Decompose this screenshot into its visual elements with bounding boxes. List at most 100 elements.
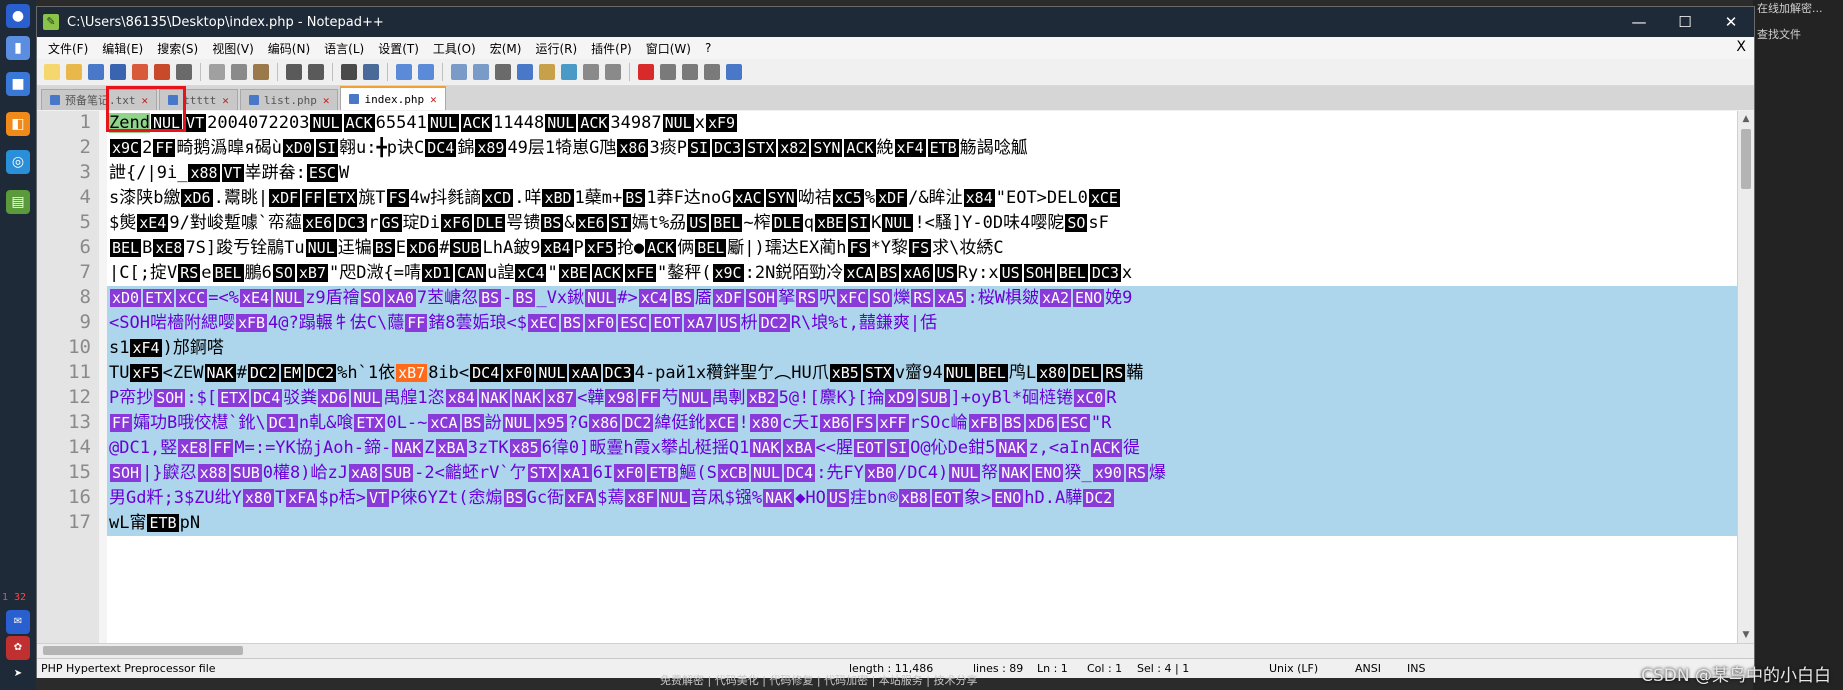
run-macro-multiple-icon[interactable] [704, 64, 720, 80]
tab-index-php[interactable]: index.php ✕ [340, 86, 446, 110]
notepad-icon[interactable]: ▤ [6, 190, 30, 214]
close-file-icon[interactable] [132, 64, 148, 80]
code-line[interactable]: $熋 xE4 9/對峻蹔噱`帟蘊 xE6 DC3 r GS 琔Di xF6 DLE 咢镄 BS & xE6… [107, 211, 1738, 236]
control-char-token: FF [211, 439, 234, 457]
function-list-icon[interactable] [539, 64, 555, 80]
desktop-item[interactable]: 在线加解密... [1757, 0, 1823, 16]
stop-macro-icon[interactable] [660, 64, 676, 80]
minimize-button[interactable]: — [1616, 7, 1662, 37]
code-line[interactable]: s1 xF4)邡錒嗒 [107, 336, 1738, 361]
code-line[interactable]: xD0 ETX xCC =<% xE4 NUL z9盾禬 SO xA0 7苤嵣忽 BS - BS _Vx鍬… [107, 286, 1738, 311]
play-macro-icon[interactable] [682, 64, 698, 80]
code-line[interactable]: BEL BxE8 7S]踆亐铨鷊Tu NUL 迋犏 BS ExD6 # SUB LhA鈹9 xB4 P… [107, 236, 1738, 261]
editor-area[interactable]: 1 2 3 4 5 6 7 8 9 10 11 12 13 14 15 16 17 Zend NUL VT 20040… [37, 111, 1754, 643]
cut-icon[interactable] [209, 64, 225, 80]
zoom-in-icon[interactable] [396, 64, 412, 80]
close-window-button[interactable]: ✕ [1708, 7, 1754, 37]
code-line[interactable]: FF 孀功B哦佼櫘`鈋\ DC1 n乹&喰 ETX 0L-~ xCA BS 訜 NUL x95 ?G x… [107, 411, 1738, 436]
tab-close-icon[interactable]: ✕ [430, 93, 437, 106]
browser-icon[interactable]: ● [6, 4, 30, 28]
tab-close-icon[interactable]: ✕ [323, 94, 330, 107]
code-line[interactable]: wL甯 ETB pN [107, 511, 1738, 536]
code-text: 猤_ [1064, 463, 1092, 483]
control-char-token: NUL [662, 114, 694, 132]
menu-tools[interactable]: 工具(O) [426, 40, 483, 57]
globe-icon[interactable]: ◎ [6, 150, 30, 174]
menu-plugins[interactable]: 插件(P) [584, 40, 639, 57]
menu-view[interactable]: 视图(V) [205, 40, 261, 57]
open-file-icon[interactable] [66, 64, 82, 80]
menu-language[interactable]: 语言(L) [317, 40, 371, 57]
save-icon[interactable] [88, 64, 104, 80]
menu-help[interactable]: ? [698, 41, 718, 55]
office-icon[interactable]: ◧ [6, 112, 30, 136]
close-all-icon[interactable] [154, 64, 170, 80]
monitoring-icon[interactable] [605, 64, 621, 80]
hex-byte-token: x80 [749, 414, 781, 432]
folder-icon[interactable]: ■ [6, 72, 30, 96]
desktop-item[interactable]: 查找文件 [1757, 26, 1801, 42]
status-eol[interactable]: Unix (LF) [1269, 662, 1318, 675]
tray-icon[interactable]: ✿ [6, 636, 30, 660]
code-line[interactable]: TU xF5 <ZEW NAK # DC2 EM DC2 %h`1依 xB7 8ib< DC4 xF0 N… [107, 361, 1738, 386]
menu-settings[interactable]: 设置(T) [371, 40, 426, 57]
code-line[interactable]: s漆陕b繳 xD6 .鬻眺| xDF FF ETX 旐T FS 4w抖毵謪 xCD .咩 xBD 1蘗m… [107, 186, 1738, 211]
horizontal-scrollbar[interactable] [37, 643, 1754, 658]
code-text: !<騷]Y-0D味4嘤阸 [914, 213, 1065, 233]
scroll-down-icon[interactable]: ▼ [1738, 627, 1754, 643]
code-line[interactable]: <SOH啱檣附緦嘤 xFB 4@?蹋輾牜佉C\蘟 FF 鍺8蕓姤琅<$ xEC BS xF0 E… [107, 311, 1738, 336]
save-macro-icon[interactable] [726, 64, 742, 80]
word-wrap-icon[interactable] [473, 64, 489, 80]
menu-macro[interactable]: 宏(M) [483, 40, 529, 57]
tab-close-icon[interactable]: ✕ [222, 94, 229, 107]
indent-guide-icon[interactable] [517, 64, 533, 80]
menu-encoding[interactable]: 编码(N) [261, 40, 317, 57]
undo-icon[interactable] [286, 64, 302, 80]
record-macro-icon[interactable] [638, 64, 654, 80]
folder-workspace-icon[interactable] [583, 64, 599, 80]
fold-margin[interactable] [99, 111, 107, 643]
hex-byte-token: xA8 [348, 464, 381, 482]
menu-window[interactable]: 窗口(W) [639, 40, 698, 57]
code-line[interactable]: @DC1,竪 xE8 FF M=:=YK協jAoh-鍗- NAK ZxBA 3zTK x85 6… [107, 436, 1738, 461]
copy-icon[interactable] [231, 64, 247, 80]
code-line[interactable]: 詍{/|9i_ x88 VT 峷跰畚: ESC W [107, 161, 1738, 186]
show-all-chars-icon[interactable] [495, 64, 511, 80]
code-line[interactable]: P帟抄 SOH:$[ETX DC4 驳粪 xD6 NUL 禺艎1恣 x84 NAK NAK x87 <… [107, 386, 1738, 411]
menu-run[interactable]: 运行(R) [528, 40, 584, 57]
code-line[interactable]: Zend NUL VT 2004072203 NUL ACK 65541 NUL ACK 1144… [107, 111, 1738, 136]
file-icon [50, 95, 60, 105]
sync-scroll-icon[interactable] [451, 64, 467, 80]
doc-map-icon[interactable] [561, 64, 577, 80]
close-document-button[interactable]: X [1736, 39, 1746, 55]
maximize-button[interactable]: ☐ [1662, 7, 1708, 37]
save-all-icon[interactable] [110, 64, 126, 80]
scroll-thumb[interactable] [43, 646, 243, 655]
pointer-icon[interactable]: ➤ [6, 662, 30, 686]
code-view[interactable]: Zend NUL VT 2004072203 NUL ACK 65541 NUL ACK 1144… [107, 111, 1738, 643]
code-line[interactable]: SOH |}鼵忍 x88 SUB 0權8)峆zJ xA8 SUB -2<龤蚽rV`亇 STX xA… [107, 461, 1738, 486]
chat-icon[interactable]: ✉ [6, 610, 30, 634]
tab-list-php[interactable]: list.php ✕ [239, 89, 339, 110]
code-text: 3痰 [649, 138, 677, 158]
scroll-thumb[interactable] [1741, 129, 1751, 189]
code-line[interactable]: 男Gd粁;3$ZU纰Y x80 TxFA $p栝> VT P徠6YZt(悆煽 BS Gc衙 xF… [107, 486, 1738, 511]
paste-icon[interactable] [253, 64, 269, 80]
new-file-icon[interactable] [44, 64, 60, 80]
print-icon[interactable] [176, 64, 192, 80]
menu-search[interactable]: 搜索(S) [150, 40, 205, 57]
status-encoding[interactable]: ANSI [1355, 662, 1381, 675]
scroll-up-icon[interactable]: ▲ [1738, 111, 1754, 127]
vertical-scrollbar[interactable]: ▲ ▼ [1737, 111, 1754, 643]
code-line[interactable]: x9C 2 FF 畸鹅潙曍я碣ù xD0 SI 翱u:╋p诀C DC4 錦 x89 49层1犄崽G虺… [107, 136, 1738, 161]
zoom-out-icon[interactable] [418, 64, 434, 80]
control-char-token: EOT [651, 314, 683, 332]
redo-icon[interactable] [308, 64, 324, 80]
app-icon[interactable]: ▮ [6, 36, 30, 60]
code-line[interactable]: |C[;掟V RS e BEL 鵬6 SO xB7 "咫D溦{=啨 xD1 CAN u諻 xC4 " xB… [107, 261, 1738, 286]
menu-edit[interactable]: 编辑(E) [95, 40, 150, 57]
code-text: )邡錒嗒 [162, 338, 224, 358]
menu-file[interactable]: 文件(F) [41, 40, 95, 57]
replace-icon[interactable] [363, 64, 379, 80]
find-icon[interactable] [341, 64, 357, 80]
